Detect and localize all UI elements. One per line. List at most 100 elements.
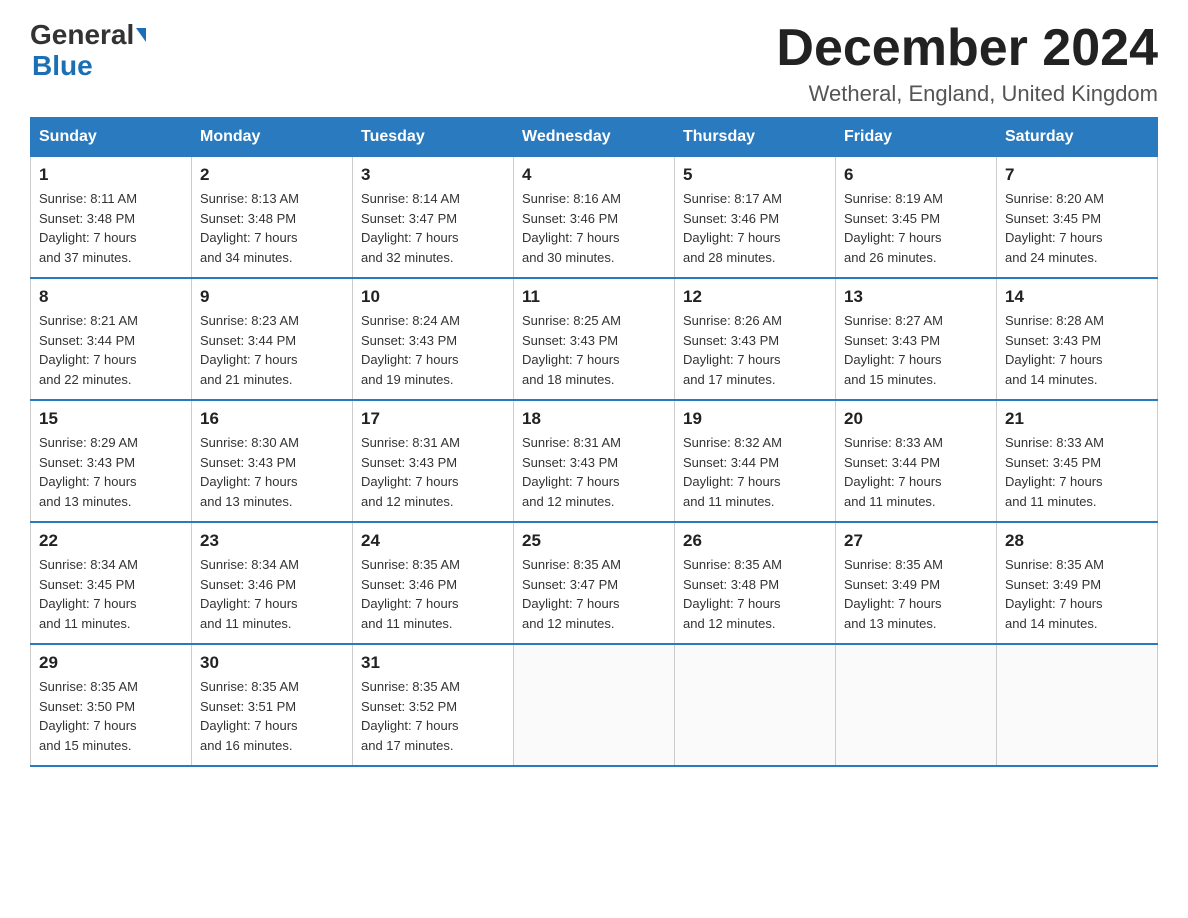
day-number: 1 — [39, 165, 183, 185]
calendar-cell-w5-d4 — [514, 644, 675, 766]
calendar-cell-w3-d1: 15 Sunrise: 8:29 AM Sunset: 3:43 PM Dayl… — [31, 400, 192, 522]
day-info: Sunrise: 8:31 AM Sunset: 3:43 PM Dayligh… — [361, 435, 460, 509]
day-number: 21 — [1005, 409, 1149, 429]
day-number: 11 — [522, 287, 666, 307]
day-info: Sunrise: 8:30 AM Sunset: 3:43 PM Dayligh… — [200, 435, 299, 509]
day-info: Sunrise: 8:25 AM Sunset: 3:43 PM Dayligh… — [522, 313, 621, 387]
day-info: Sunrise: 8:20 AM Sunset: 3:45 PM Dayligh… — [1005, 191, 1104, 265]
day-number: 2 — [200, 165, 344, 185]
calendar-cell-w5-d7 — [997, 644, 1158, 766]
calendar-cell-w3-d6: 20 Sunrise: 8:33 AM Sunset: 3:44 PM Dayl… — [836, 400, 997, 522]
logo-text-blue: Blue — [32, 51, 93, 82]
day-info: Sunrise: 8:17 AM Sunset: 3:46 PM Dayligh… — [683, 191, 782, 265]
col-thursday: Thursday — [675, 118, 836, 157]
day-info: Sunrise: 8:35 AM Sunset: 3:52 PM Dayligh… — [361, 679, 460, 753]
day-number: 6 — [844, 165, 988, 185]
day-info: Sunrise: 8:19 AM Sunset: 3:45 PM Dayligh… — [844, 191, 943, 265]
day-number: 18 — [522, 409, 666, 429]
day-number: 23 — [200, 531, 344, 551]
logo-text-general: General — [30, 20, 134, 51]
day-info: Sunrise: 8:35 AM Sunset: 3:51 PM Dayligh… — [200, 679, 299, 753]
day-number: 24 — [361, 531, 505, 551]
day-info: Sunrise: 8:33 AM Sunset: 3:45 PM Dayligh… — [1005, 435, 1104, 509]
header-area: General Blue December 2024 Wetheral, Eng… — [30, 20, 1158, 107]
day-number: 31 — [361, 653, 505, 673]
calendar-cell-w3-d2: 16 Sunrise: 8:30 AM Sunset: 3:43 PM Dayl… — [192, 400, 353, 522]
calendar-week-3: 15 Sunrise: 8:29 AM Sunset: 3:43 PM Dayl… — [31, 400, 1158, 522]
day-info: Sunrise: 8:35 AM Sunset: 3:47 PM Dayligh… — [522, 557, 621, 631]
calendar-cell-w2-d6: 13 Sunrise: 8:27 AM Sunset: 3:43 PM Dayl… — [836, 278, 997, 400]
col-tuesday: Tuesday — [353, 118, 514, 157]
logo: General Blue — [30, 20, 146, 82]
title-area: December 2024 Wetheral, England, United … — [776, 20, 1158, 107]
day-info: Sunrise: 8:13 AM Sunset: 3:48 PM Dayligh… — [200, 191, 299, 265]
day-info: Sunrise: 8:31 AM Sunset: 3:43 PM Dayligh… — [522, 435, 621, 509]
col-friday: Friday — [836, 118, 997, 157]
logo-triangle-icon — [136, 28, 146, 42]
day-number: 22 — [39, 531, 183, 551]
calendar-week-1: 1 Sunrise: 8:11 AM Sunset: 3:48 PM Dayli… — [31, 157, 1158, 279]
day-info: Sunrise: 8:29 AM Sunset: 3:43 PM Dayligh… — [39, 435, 138, 509]
calendar-week-5: 29 Sunrise: 8:35 AM Sunset: 3:50 PM Dayl… — [31, 644, 1158, 766]
day-number: 26 — [683, 531, 827, 551]
day-info: Sunrise: 8:21 AM Sunset: 3:44 PM Dayligh… — [39, 313, 138, 387]
calendar-cell-w3-d4: 18 Sunrise: 8:31 AM Sunset: 3:43 PM Dayl… — [514, 400, 675, 522]
day-number: 19 — [683, 409, 827, 429]
day-info: Sunrise: 8:32 AM Sunset: 3:44 PM Dayligh… — [683, 435, 782, 509]
calendar-cell-w1-d5: 5 Sunrise: 8:17 AM Sunset: 3:46 PM Dayli… — [675, 157, 836, 279]
day-number: 13 — [844, 287, 988, 307]
calendar-cell-w4-d7: 28 Sunrise: 8:35 AM Sunset: 3:49 PM Dayl… — [997, 522, 1158, 644]
day-info: Sunrise: 8:28 AM Sunset: 3:43 PM Dayligh… — [1005, 313, 1104, 387]
day-info: Sunrise: 8:16 AM Sunset: 3:46 PM Dayligh… — [522, 191, 621, 265]
day-info: Sunrise: 8:35 AM Sunset: 3:48 PM Dayligh… — [683, 557, 782, 631]
day-number: 25 — [522, 531, 666, 551]
calendar-week-2: 8 Sunrise: 8:21 AM Sunset: 3:44 PM Dayli… — [31, 278, 1158, 400]
day-info: Sunrise: 8:34 AM Sunset: 3:46 PM Dayligh… — [200, 557, 299, 631]
day-info: Sunrise: 8:33 AM Sunset: 3:44 PM Dayligh… — [844, 435, 943, 509]
day-number: 17 — [361, 409, 505, 429]
calendar-cell-w5-d3: 31 Sunrise: 8:35 AM Sunset: 3:52 PM Dayl… — [353, 644, 514, 766]
calendar-cell-w4-d1: 22 Sunrise: 8:34 AM Sunset: 3:45 PM Dayl… — [31, 522, 192, 644]
day-number: 3 — [361, 165, 505, 185]
day-number: 16 — [200, 409, 344, 429]
col-monday: Monday — [192, 118, 353, 157]
col-wednesday: Wednesday — [514, 118, 675, 157]
day-info: Sunrise: 8:35 AM Sunset: 3:49 PM Dayligh… — [1005, 557, 1104, 631]
day-info: Sunrise: 8:35 AM Sunset: 3:49 PM Dayligh… — [844, 557, 943, 631]
day-number: 8 — [39, 287, 183, 307]
day-number: 27 — [844, 531, 988, 551]
calendar-cell-w2-d2: 9 Sunrise: 8:23 AM Sunset: 3:44 PM Dayli… — [192, 278, 353, 400]
day-info: Sunrise: 8:35 AM Sunset: 3:50 PM Dayligh… — [39, 679, 138, 753]
day-number: 9 — [200, 287, 344, 307]
day-number: 28 — [1005, 531, 1149, 551]
day-info: Sunrise: 8:24 AM Sunset: 3:43 PM Dayligh… — [361, 313, 460, 387]
main-title: December 2024 — [776, 20, 1158, 77]
col-sunday: Sunday — [31, 118, 192, 157]
calendar-cell-w1-d4: 4 Sunrise: 8:16 AM Sunset: 3:46 PM Dayli… — [514, 157, 675, 279]
calendar-cell-w4-d3: 24 Sunrise: 8:35 AM Sunset: 3:46 PM Dayl… — [353, 522, 514, 644]
day-number: 30 — [200, 653, 344, 673]
day-info: Sunrise: 8:27 AM Sunset: 3:43 PM Dayligh… — [844, 313, 943, 387]
calendar-cell-w5-d5 — [675, 644, 836, 766]
calendar-cell-w1-d2: 2 Sunrise: 8:13 AM Sunset: 3:48 PM Dayli… — [192, 157, 353, 279]
day-number: 20 — [844, 409, 988, 429]
day-info: Sunrise: 8:26 AM Sunset: 3:43 PM Dayligh… — [683, 313, 782, 387]
day-info: Sunrise: 8:35 AM Sunset: 3:46 PM Dayligh… — [361, 557, 460, 631]
calendar-cell-w2-d7: 14 Sunrise: 8:28 AM Sunset: 3:43 PM Dayl… — [997, 278, 1158, 400]
calendar-cell-w3-d3: 17 Sunrise: 8:31 AM Sunset: 3:43 PM Dayl… — [353, 400, 514, 522]
calendar-cell-w1-d1: 1 Sunrise: 8:11 AM Sunset: 3:48 PM Dayli… — [31, 157, 192, 279]
calendar-cell-w2-d4: 11 Sunrise: 8:25 AM Sunset: 3:43 PM Dayl… — [514, 278, 675, 400]
calendar-cell-w2-d5: 12 Sunrise: 8:26 AM Sunset: 3:43 PM Dayl… — [675, 278, 836, 400]
calendar-cell-w4-d6: 27 Sunrise: 8:35 AM Sunset: 3:49 PM Dayl… — [836, 522, 997, 644]
day-number: 10 — [361, 287, 505, 307]
calendar-cell-w3-d7: 21 Sunrise: 8:33 AM Sunset: 3:45 PM Dayl… — [997, 400, 1158, 522]
day-number: 12 — [683, 287, 827, 307]
calendar-cell-w5-d2: 30 Sunrise: 8:35 AM Sunset: 3:51 PM Dayl… — [192, 644, 353, 766]
calendar-cell-w4-d5: 26 Sunrise: 8:35 AM Sunset: 3:48 PM Dayl… — [675, 522, 836, 644]
calendar-header-row: Sunday Monday Tuesday Wednesday Thursday… — [31, 118, 1158, 157]
day-number: 29 — [39, 653, 183, 673]
calendar-cell-w2-d3: 10 Sunrise: 8:24 AM Sunset: 3:43 PM Dayl… — [353, 278, 514, 400]
day-info: Sunrise: 8:11 AM Sunset: 3:48 PM Dayligh… — [39, 191, 137, 265]
col-saturday: Saturday — [997, 118, 1158, 157]
calendar-cell-w1-d3: 3 Sunrise: 8:14 AM Sunset: 3:47 PM Dayli… — [353, 157, 514, 279]
